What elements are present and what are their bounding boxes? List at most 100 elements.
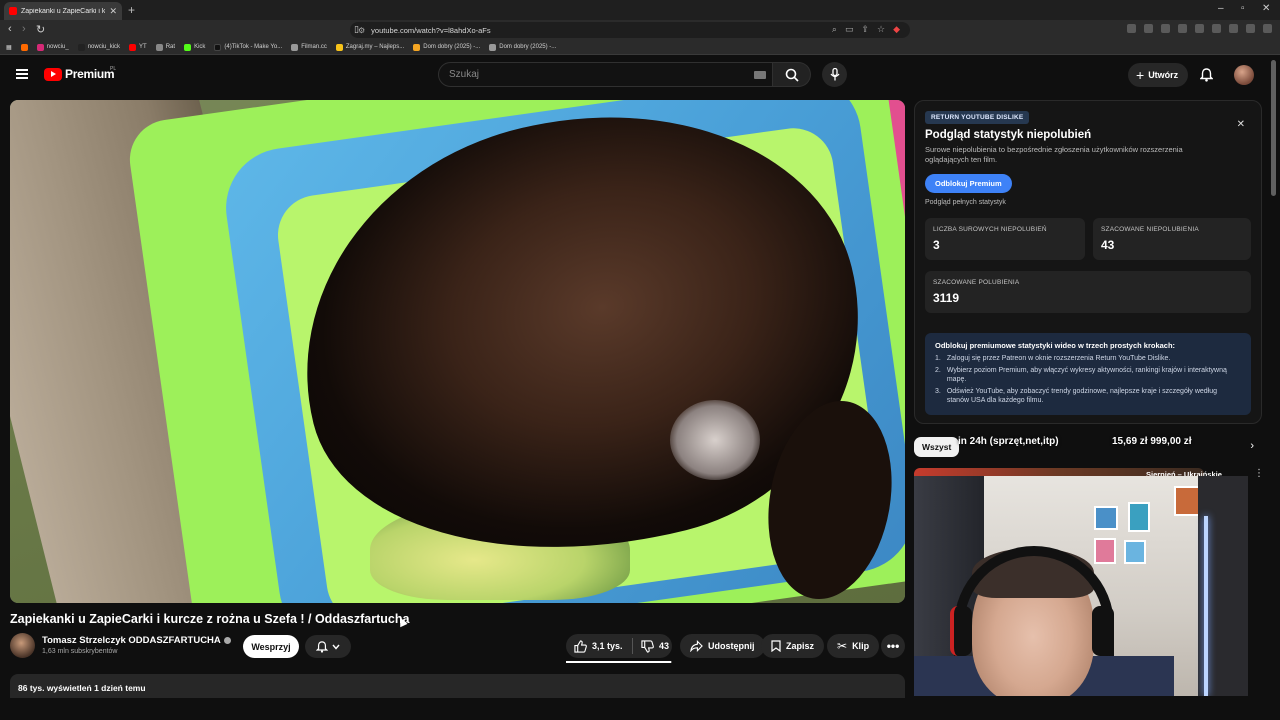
- search-box[interactable]: [438, 62, 773, 87]
- chip-all[interactable]: Wszyst: [914, 437, 960, 457]
- bookmark-item[interactable]: Rat: [155, 43, 175, 51]
- subscription-notification-button[interactable]: [305, 635, 351, 658]
- bookmark-item[interactable]: YT: [129, 43, 147, 51]
- youtube-premium-logo[interactable]: Premium: [44, 67, 115, 81]
- ryd-title: Podgląd statystyk niepolubień: [925, 129, 1092, 141]
- browser-tab-active[interactable]: Zapiekanki u ZapieCarki i ku... ✕: [4, 2, 122, 20]
- webcam-poster: [1094, 506, 1118, 530]
- return-youtube-dislike-panel: RETURN YOUTUBE DISLIKE ✕ Podgląd statyst…: [914, 100, 1262, 424]
- forward-icon[interactable]: ›: [22, 23, 26, 35]
- brave-shield-icon[interactable]: ◆: [893, 24, 900, 35]
- bookmark-item[interactable]: nowciu_kick: [77, 43, 120, 51]
- extension-icon[interactable]: [1229, 24, 1238, 33]
- steps-list: 1. Zaloguj się przez Patreon w oknie rozs…: [935, 354, 1241, 405]
- minimize-icon[interactable]: –: [1218, 3, 1224, 14]
- account-avatar[interactable]: [1234, 65, 1254, 85]
- menu-icon[interactable]: [1263, 24, 1272, 33]
- close-tab-icon[interactable]: ✕: [109, 6, 117, 17]
- extension-icon[interactable]: [1144, 24, 1153, 33]
- bookmark-item[interactable]: [20, 43, 28, 51]
- webcam-headset-earcup: [950, 606, 972, 656]
- like-button[interactable]: 3,1 tys.: [574, 639, 632, 653]
- save-button[interactable]: Zapisz: [761, 634, 825, 658]
- full-stats-link[interactable]: Podgląd pełnych statystyk: [925, 199, 1006, 206]
- search-button[interactable]: [773, 62, 811, 87]
- microphone-icon: [829, 68, 840, 81]
- webcam-headset-earcup: [1092, 606, 1114, 656]
- url-text[interactable]: youtube.com/watch?v=l8ahdXo-aFs: [371, 26, 490, 35]
- bookmarks-bar: ▦ nowciu_ nowciu_kick YT Rat Kick (4)Tik…: [0, 40, 1280, 55]
- bookmark-item[interactable]: (4)TikTok - Make Yo...: [214, 43, 282, 51]
- close-icon[interactable]: ✕: [1237, 119, 1245, 130]
- more-actions-button[interactable]: •••: [881, 634, 905, 658]
- new-tab-button[interactable]: +: [128, 3, 135, 17]
- maximize-icon[interactable]: ▫: [1241, 3, 1245, 14]
- voice-search-button[interactable]: [822, 62, 847, 87]
- search-icon: [785, 68, 799, 82]
- site-info-icon[interactable]: ⚙: [358, 26, 365, 35]
- plus-icon: +: [1136, 67, 1145, 83]
- bookmark-page-icon[interactable]: ▯: [354, 24, 359, 35]
- webcam-overlay: [914, 476, 1248, 696]
- zoom-icon[interactable]: ⌕: [832, 24, 837, 35]
- support-button[interactable]: Wesprzyj: [243, 635, 299, 658]
- save-label: Zapisz: [786, 641, 815, 651]
- keyboard-icon[interactable]: [754, 71, 766, 79]
- extension-icon[interactable]: [1178, 24, 1187, 33]
- zagraj-icon: [335, 43, 343, 51]
- omnibox[interactable]: ⚙ youtube.com/watch?v=l8ahdXo-aFs ⌕ ▭ ⇪ …: [350, 22, 910, 38]
- extension-icon[interactable]: [1161, 24, 1170, 33]
- bookmark-item[interactable]: Dom dobry (2025) -...: [413, 43, 480, 51]
- apps-icon[interactable]: ▦: [6, 44, 12, 51]
- step-item: 3. Odśwież YouTube, aby zobaczyć trendy g…: [935, 388, 1218, 404]
- like-count: 3,1 tys.: [592, 641, 623, 651]
- cast-icon[interactable]: ▭: [845, 24, 854, 35]
- reload-icon[interactable]: ↻: [36, 23, 45, 36]
- extension-icon[interactable]: [1195, 24, 1204, 33]
- create-button[interactable]: + Utwórz: [1128, 63, 1189, 87]
- like-ratio-bar: [566, 661, 672, 663]
- stat-label: LICZBA SUROWYCH NIEPOLUBIEŃ: [933, 226, 1047, 233]
- premium-steps-box: Odblokuj premiumowe statystyki wideo w t…: [925, 333, 1251, 415]
- bookmark-item[interactable]: Dom dobry (2025) -...: [489, 43, 556, 51]
- step-item: 2. Wybierz poziom Premium, aby włączyć wy…: [935, 367, 1227, 383]
- clip-label: Klip: [852, 641, 870, 651]
- bookmark-favicon-icon: [413, 43, 421, 51]
- stat-estimated-likes: SZACOWANE POLUBIENIA 3119: [925, 271, 1251, 313]
- back-icon[interactable]: ‹: [8, 23, 12, 35]
- notifications-button[interactable]: [1199, 68, 1214, 87]
- like-ratio-fill: [566, 661, 671, 663]
- video-player[interactable]: [10, 100, 905, 603]
- bookmark-item[interactable]: Zagraj.my – Najleps...: [335, 43, 404, 51]
- bookmark-item[interactable]: Filman.cc: [291, 43, 327, 51]
- close-window-icon[interactable]: ✕: [1262, 3, 1270, 14]
- browser-tab-bar: Zapiekanki u ZapieCarki i ku... ✕ + – ▫ …: [0, 0, 1280, 20]
- channel-avatar[interactable]: [10, 633, 35, 658]
- chevron-right-icon[interactable]: ›: [1250, 440, 1254, 452]
- video-frame-cat-patch: [670, 400, 760, 480]
- more-vertical-icon[interactable]: ⋮: [1254, 468, 1264, 479]
- clip-button[interactable]: ✂ Klip: [827, 634, 880, 658]
- subscriber-count: 1,63 mln subskrybentów: [42, 648, 118, 655]
- bookmark-item[interactable]: nowciu_: [36, 43, 69, 51]
- page-scrollbar[interactable]: [1271, 60, 1276, 196]
- stream-overlay-price: 15,69 zł 999,00 zł: [1112, 436, 1192, 447]
- stat-estimated-dislikes: SZACOWANE NIEPOLUBIENIA 43: [1093, 218, 1251, 260]
- share-page-icon[interactable]: ⇪: [861, 24, 869, 35]
- extension-icon[interactable]: [1127, 24, 1136, 33]
- bookmark-star-icon[interactable]: ☆: [877, 24, 885, 35]
- extension-icon[interactable]: [1246, 24, 1255, 33]
- channel-name-text[interactable]: Tomasz Strzelczyk ODDASZFARTUCHA: [42, 635, 221, 646]
- unlock-premium-button[interactable]: Odblokuj Premium: [925, 174, 1012, 193]
- channel-name[interactable]: Tomasz Strzelczyk ODDASZFARTUCHA: [42, 635, 231, 646]
- globe-icon: [489, 43, 497, 51]
- video-title: Zapiekanki u ZapieCarki i kurcze z rożna…: [10, 612, 410, 626]
- bookmark-item[interactable]: Kick: [184, 43, 205, 51]
- stat-label: SZACOWANE POLUBIENIA: [933, 279, 1020, 286]
- menu-icon[interactable]: [16, 69, 28, 79]
- extension-icon[interactable]: [1212, 24, 1221, 33]
- description-box[interactable]: 86 tys. wyświetleń 1 dzień temu: [10, 674, 905, 698]
- search-input[interactable]: [449, 69, 739, 80]
- share-button[interactable]: Udostępnij: [680, 634, 765, 658]
- dislike-button[interactable]: 43: [633, 639, 669, 653]
